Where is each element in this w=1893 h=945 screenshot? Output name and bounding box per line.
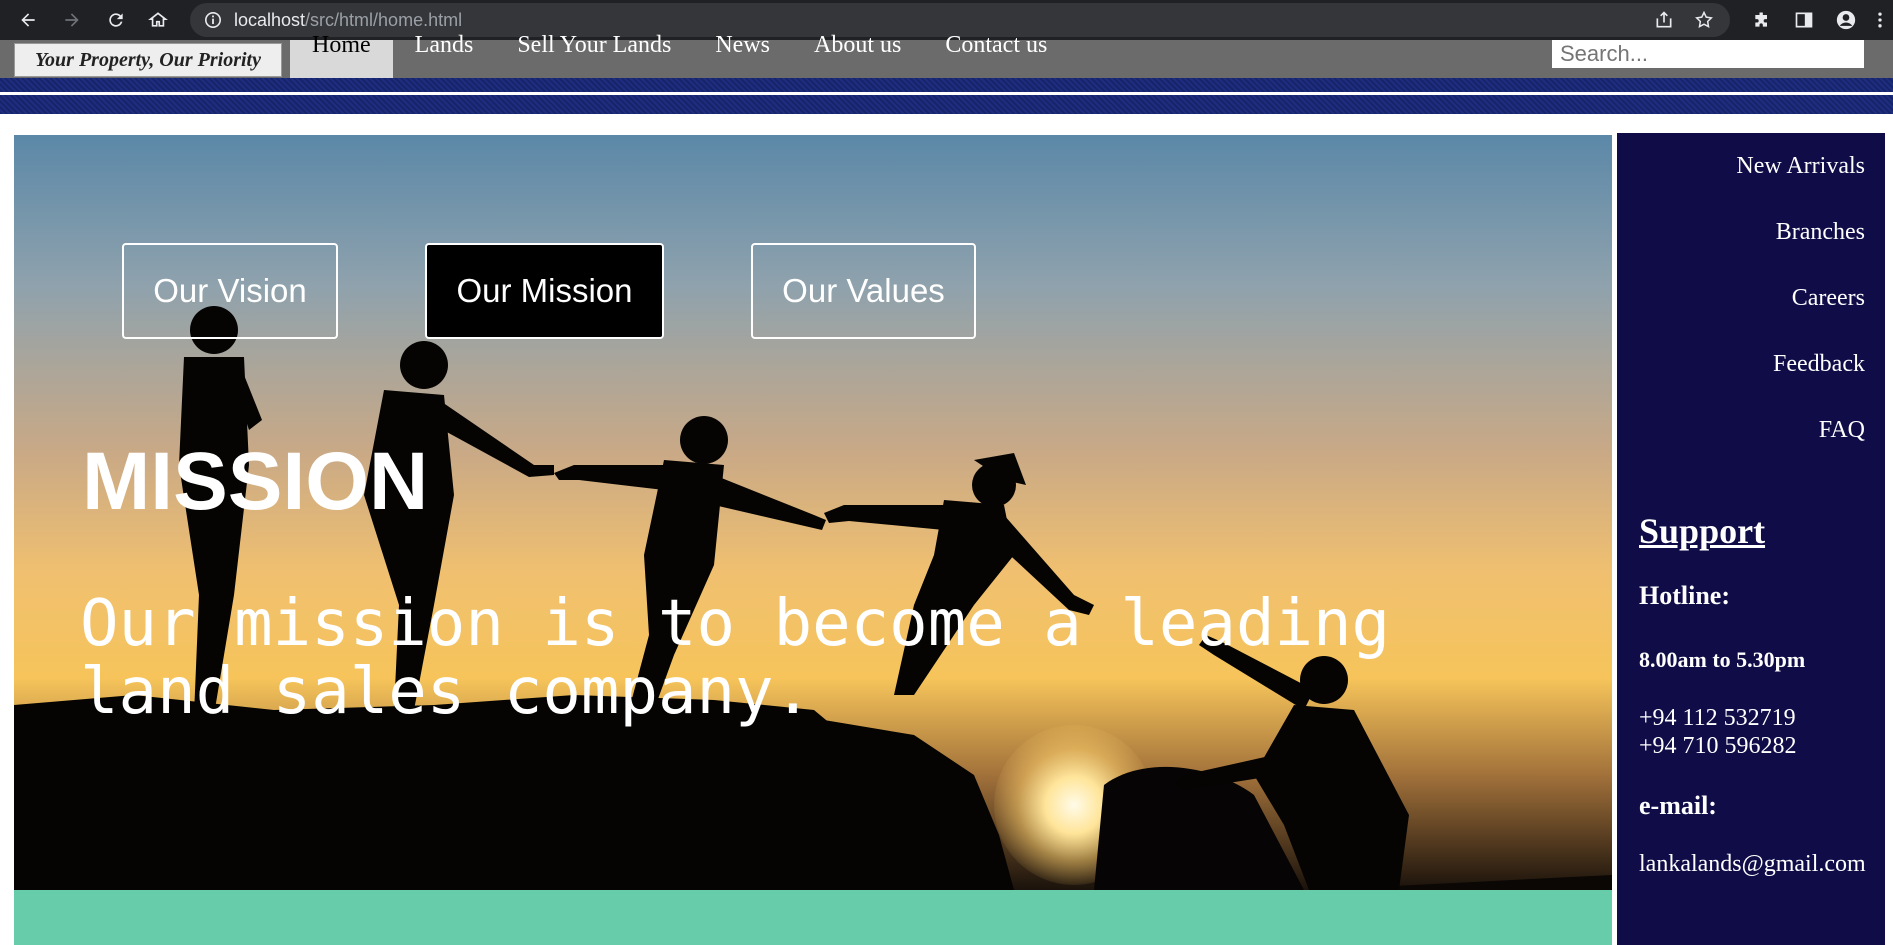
tab-our-values[interactable]: Our Values [751, 243, 976, 339]
menu-item-label: Sell Your Lands [517, 32, 672, 58]
hotline-label: Hotline: [1639, 581, 1730, 610]
sidebar-link-branches[interactable]: Branches [1776, 219, 1865, 246]
tab-our-vision[interactable]: Our Vision [122, 243, 338, 339]
mission-heading: MISSION [82, 436, 429, 527]
menu-item-lands[interactable]: Lands [393, 32, 496, 78]
home-icon[interactable] [144, 6, 172, 34]
info-icon[interactable] [204, 11, 222, 29]
sidebar-link-careers[interactable]: Careers [1792, 285, 1865, 312]
email-label: e-mail: [1639, 791, 1717, 820]
site-header: Your Property, Our Priority Home Lands S… [0, 32, 1893, 114]
menu-item-about-us[interactable]: About us [792, 32, 923, 78]
nav-bar: Your Property, Our Priority Home Lands S… [0, 32, 1893, 78]
sidebar-link-new-arrivals[interactable]: New Arrivals [1736, 153, 1865, 180]
menu-item-label: Lands [414, 32, 474, 58]
logo[interactable]: Your Property, Our Priority [14, 43, 282, 77]
share-icon[interactable] [1652, 8, 1676, 32]
side-panel-icon[interactable] [1792, 8, 1816, 32]
menu-item-label: News [715, 32, 770, 58]
url-path: /src/html/home.html [305, 10, 463, 30]
menu-item-contact-us[interactable]: Contact us [923, 32, 1069, 78]
menu-item-label: About us [814, 32, 902, 58]
menu-item-news[interactable]: News [693, 32, 792, 78]
url-text: localhost/src/html/home.html [234, 10, 462, 31]
hero-banner: Our Vision Our Mission Our Values MISSIO… [14, 135, 1612, 890]
main-menu: Home Lands Sell Your Lands News About us… [290, 32, 1069, 78]
mission-statement: Our mission is to become a leading land … [80, 587, 1391, 729]
menu-item-sell-your-lands[interactable]: Sell Your Lands [495, 32, 693, 78]
tab-our-mission[interactable]: Our Mission [425, 243, 664, 339]
support-hours: 8.00am to 5.30pm [1639, 647, 1806, 672]
sidebar-link-faq[interactable]: FAQ [1819, 417, 1865, 444]
menu-item-label: Home [312, 32, 371, 58]
profile-icon[interactable] [1834, 8, 1858, 32]
menu-dots-icon[interactable] [1872, 8, 1888, 32]
menu-item-home[interactable]: Home [290, 32, 393, 78]
footer-strip [14, 890, 1612, 945]
search-input[interactable] [1552, 40, 1864, 68]
phone-number-1: +94 112 532719 [1639, 705, 1796, 731]
extensions-icon[interactable] [1750, 8, 1774, 32]
back-icon[interactable] [14, 6, 42, 34]
star-icon[interactable] [1692, 8, 1716, 32]
support-email[interactable]: lankalands@gmail.com [1639, 849, 1866, 879]
phone-number-2: +94 710 596282 [1639, 733, 1797, 759]
support-heading: Support [1639, 511, 1766, 551]
menu-item-label: Contact us [945, 32, 1048, 58]
header-divider [0, 92, 1893, 95]
sidebar-link-feedback[interactable]: Feedback [1773, 351, 1865, 378]
right-sidebar: New Arrivals Branches Careers Feedback F… [1617, 133, 1885, 945]
forward-icon[interactable] [58, 6, 86, 34]
reload-icon[interactable] [102, 6, 130, 34]
url-host: localhost [234, 10, 306, 30]
